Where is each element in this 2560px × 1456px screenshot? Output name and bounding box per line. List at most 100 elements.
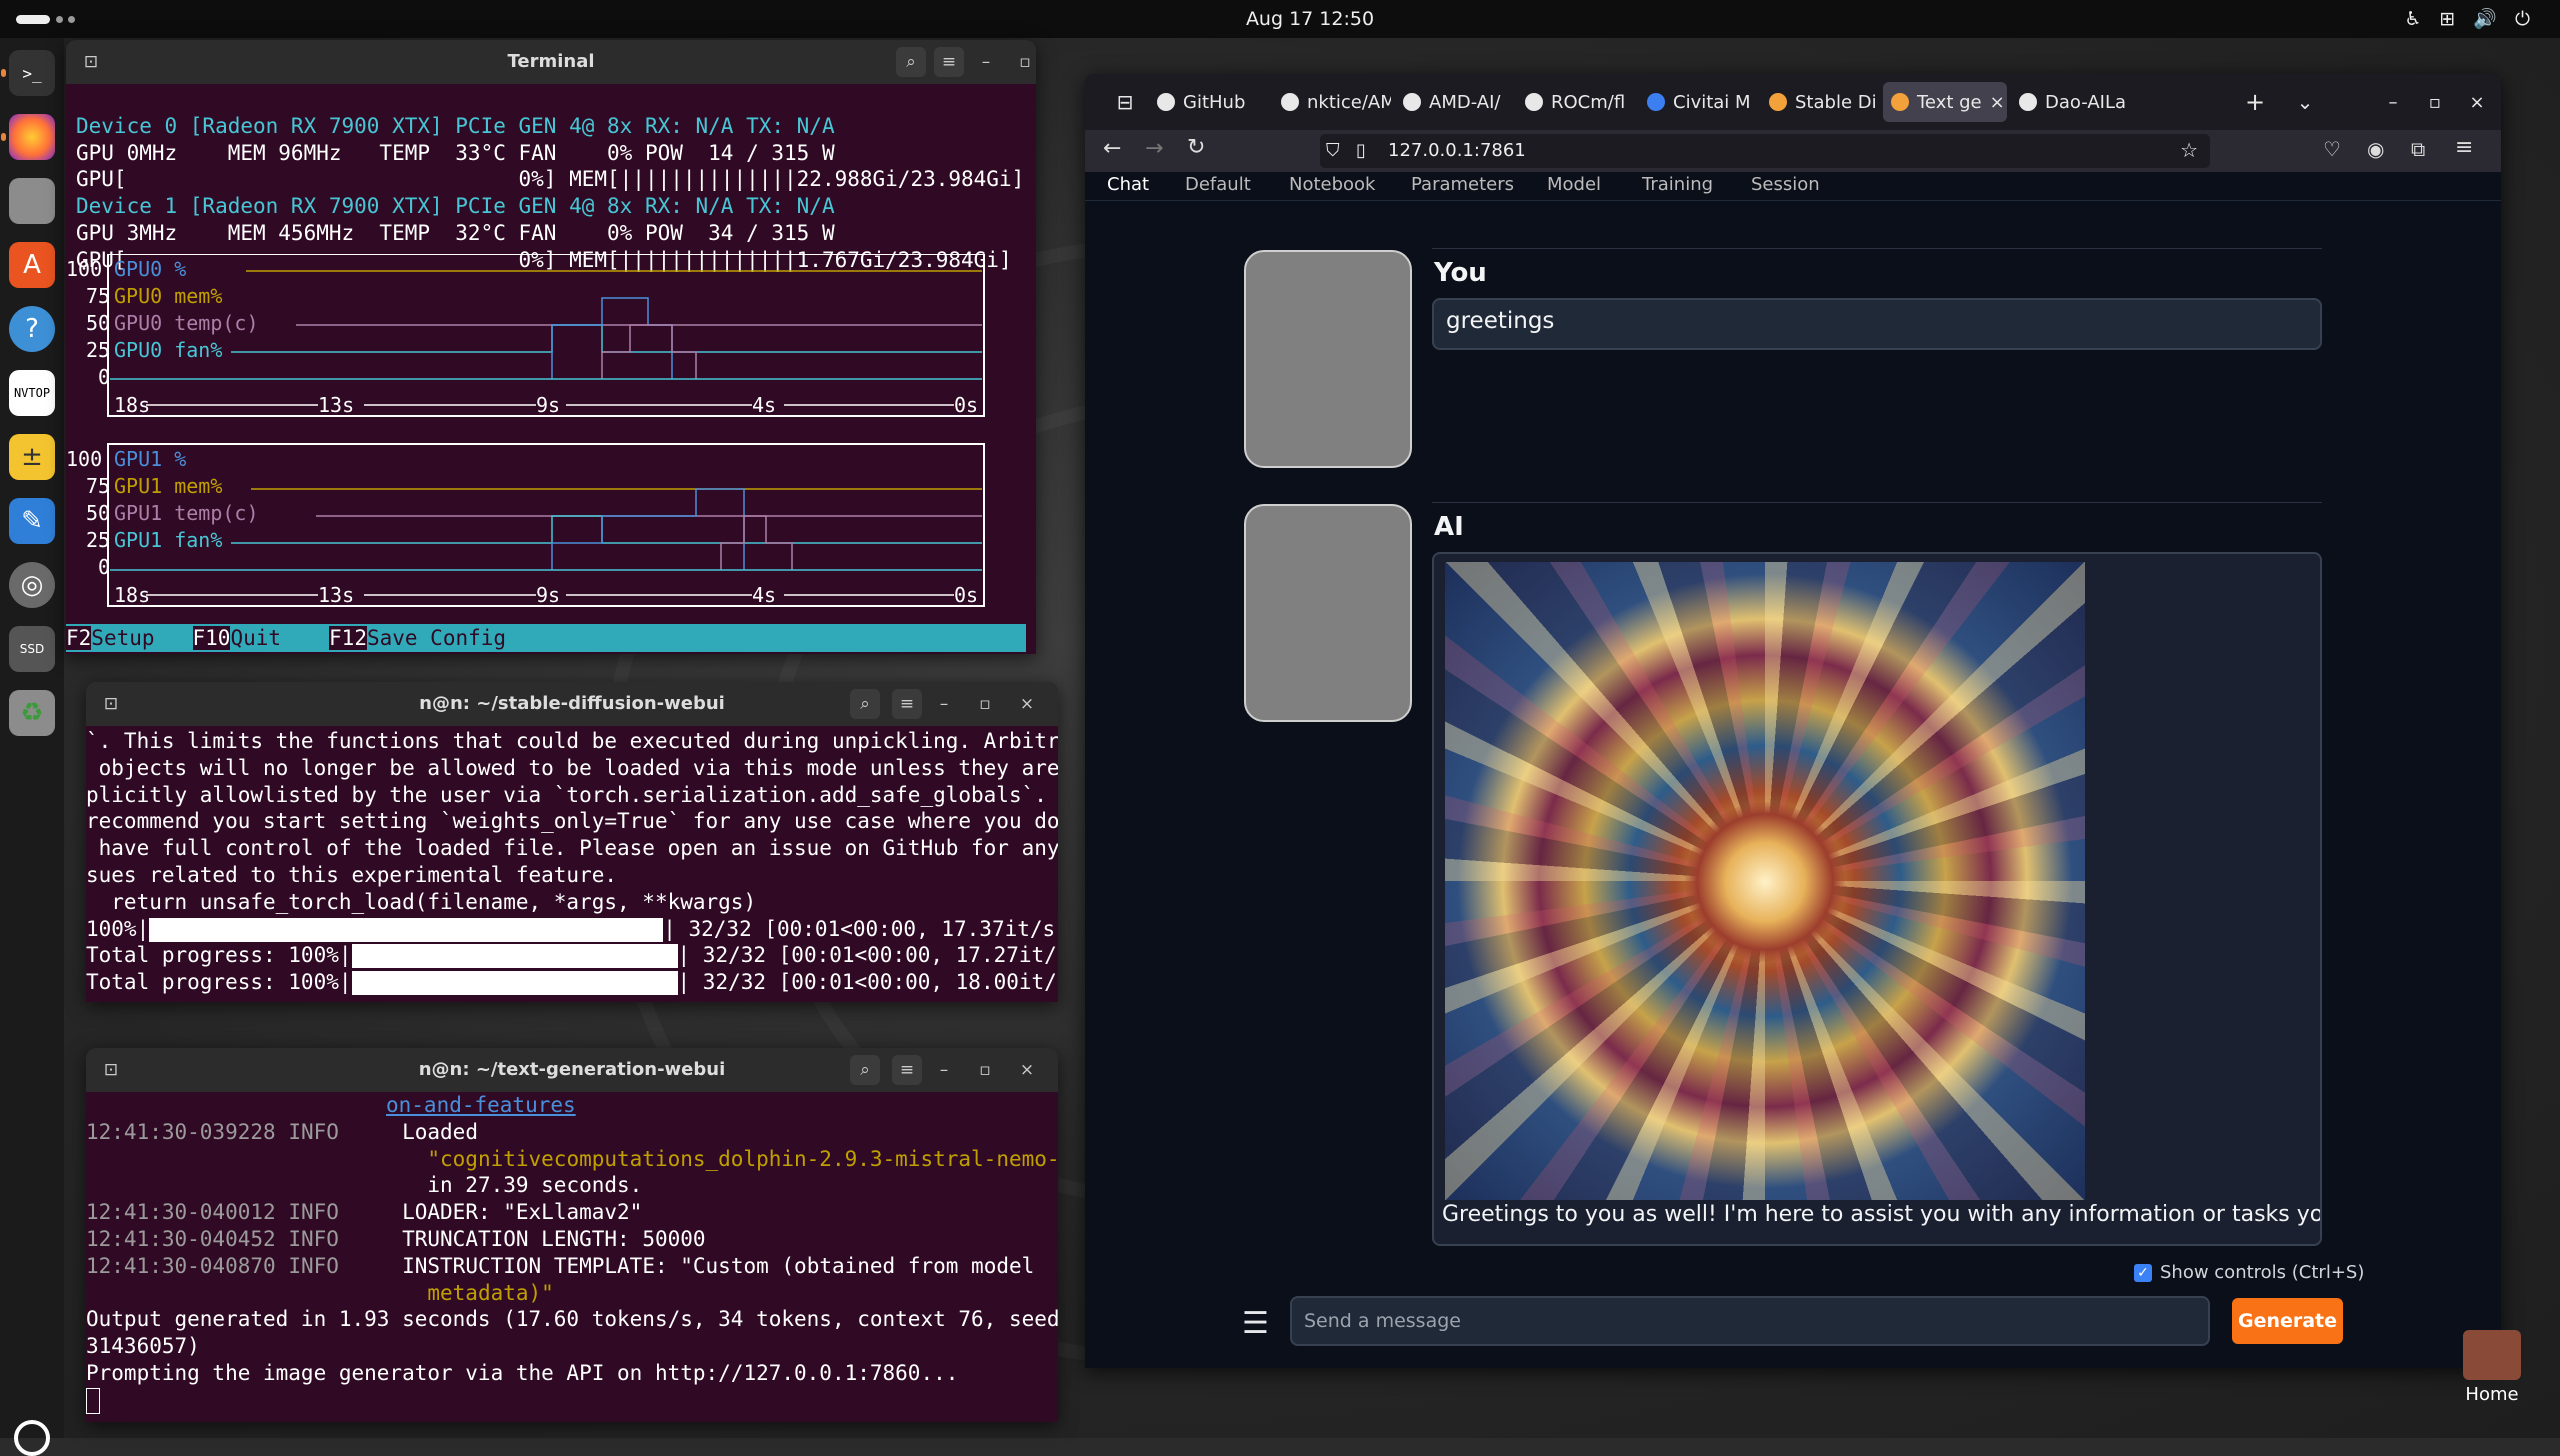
url-bar[interactable]: ⛉ ▯ 127.0.0.1:7861 ☆ [1320,134,2210,168]
tab-amd-ai[interactable]: AMD-AI/ [1395,82,1513,122]
tab-overview-icon[interactable]: ⊟ [1105,82,1145,122]
log-level: INFO [288,1200,339,1225]
maximize-icon[interactable]: ▫ [976,1055,994,1085]
maximize-icon[interactable]: ▫ [1016,47,1034,77]
y-tick: 75 [86,474,110,498]
page-icon[interactable]: ▯ [1356,140,1366,161]
terminal-window-text-generation[interactable]: ⊡ n@n: ~/text-generation-webui ⌕ ≡ – ▫ ×… [86,1048,1058,1422]
user-name-label: You [1434,258,1487,288]
menu-icon[interactable]: ≡ [892,689,922,719]
tab-rocm[interactable]: ROCm/fl [1517,82,1635,122]
forward-arrow-icon[interactable]: → [1145,136,1163,161]
close-icon[interactable]: × [1018,1055,1036,1085]
github-icon [1403,93,1421,111]
maximize-icon[interactable]: ▫ [976,689,994,719]
shield-icon[interactable]: ⛉ [1326,140,1340,161]
terminal-window-stable-diffusion[interactable]: ⊡ n@n: ~/stable-diffusion-webui ⌕ ≡ – ▫ … [86,682,1058,1002]
tab-chat[interactable]: Chat [1107,174,1149,195]
home-label: Home [2465,1384,2519,1405]
show-apps-icon[interactable] [14,1420,50,1456]
minimize-icon[interactable]: – [2375,82,2411,122]
pocket-icon[interactable]: ♡ [2323,137,2341,161]
power-icon[interactable]: ⏻ [2515,8,2548,30]
tab-notebook[interactable]: Notebook [1289,174,1375,195]
setup-button[interactable]: Setup [91,626,192,650]
f12-key[interactable]: F12 [329,626,367,650]
trash-icon[interactable]: ♻ [9,690,55,736]
extensions-icon[interactable]: ⧉ [2411,137,2425,161]
search-icon[interactable]: ⌕ [850,1055,880,1085]
terminal-titlebar[interactable]: ⊡ n@n: ~/text-generation-webui ⌕ ≡ – ▫ × [86,1048,1058,1092]
tab-label: Text ge [1917,91,1982,113]
generate-button[interactable]: Generate [2232,1298,2343,1344]
x-tick: 18s [114,393,150,417]
app-center-icon[interactable]: A [9,242,55,288]
tab-training[interactable]: Training [1642,174,1713,195]
close-icon[interactable]: × [2459,82,2495,122]
disk-icon[interactable]: ◎ [9,562,55,608]
terminal-titlebar[interactable]: ⊡ Terminal ⌕ ≡ – ▫ [66,40,1036,84]
show-controls-toggle[interactable]: ✓ Show controls (Ctrl+S) [2134,1262,2364,1283]
tab-parameters[interactable]: Parameters [1411,174,1514,195]
terminal-icon[interactable]: >_ [1,50,55,96]
firefox-icon[interactable] [1,114,55,160]
terminal-cursor[interactable] [86,1387,100,1414]
help-icon[interactable]: ? [9,306,55,352]
bookmark-star-icon[interactable]: ☆ [2180,138,2198,162]
tab-label: Civitai M [1673,91,1751,113]
workspace-dot[interactable] [56,16,63,23]
home-folder-desktop-icon[interactable]: Home [2462,1330,2522,1405]
save-config-button[interactable]: Save Config [367,626,506,650]
gpu0-legend-mem: GPU0 mem% [114,284,222,308]
text-editor-icon[interactable]: ✎ [9,498,55,544]
search-icon[interactable]: ⌕ [896,47,926,77]
back-arrow-icon[interactable]: ← [1103,136,1121,161]
new-tab-button[interactable]: + [2235,82,2275,122]
workspace-indicator[interactable] [16,15,50,24]
checkbox-checked-icon[interactable]: ✓ [2134,1264,2152,1282]
docs-link[interactable]: on-and-features [386,1093,576,1117]
accessibility-icon[interactable]: ♿ [2404,8,2439,30]
maximize-icon[interactable]: ▫ [2417,82,2453,122]
close-tab-icon[interactable]: × [1990,92,2005,113]
menu-icon[interactable]: ≡ [892,1055,922,1085]
nvtop-icon[interactable]: NVTOP [9,370,55,416]
tab-text-generation[interactable]: Text ge × [1883,82,2007,122]
quit-button[interactable]: Quit [230,626,329,650]
tab-model[interactable]: Model [1547,174,1601,195]
generated-mandala-image[interactable] [1445,562,2085,1200]
close-icon[interactable]: × [1018,689,1036,719]
reload-icon[interactable]: ↻ [1187,135,1205,160]
tab-dao-ailab[interactable]: Dao-AILa [2011,82,2129,122]
network-icon[interactable]: ⊞ [2439,8,2473,30]
tab-nktice[interactable]: nktice/AM [1273,82,1391,122]
volume-icon[interactable]: 🔊 [2473,8,2515,30]
message-input[interactable]: Send a message [1290,1296,2210,1346]
account-icon[interactable]: ◉ [2367,137,2384,161]
f10-key[interactable]: F10 [192,626,231,650]
files-icon[interactable] [9,178,55,224]
minimize-icon[interactable]: – [934,1055,954,1085]
clock[interactable]: Aug 17 12:50 [1180,8,1440,30]
tab-github[interactable]: GitHub [1149,82,1269,122]
tab-stable-diffusion[interactable]: Stable Di [1761,82,1879,122]
chat-menu-icon[interactable]: ☰ [1242,1306,1269,1341]
search-icon[interactable]: ⌕ [850,689,880,719]
tab-civitai[interactable]: Civitai M [1639,82,1757,122]
tab-default[interactable]: Default [1185,174,1251,195]
minimize-icon[interactable]: – [976,47,996,77]
workspace-dot[interactable] [68,16,75,23]
terminal-titlebar[interactable]: ⊡ n@n: ~/stable-diffusion-webui ⌕ ≡ – ▫ … [86,682,1058,726]
minimize-icon[interactable]: – [934,689,954,719]
f2-key[interactable]: F2 [66,626,92,650]
hamburger-menu-icon[interactable]: ≡ [2455,135,2473,160]
menu-icon[interactable]: ≡ [934,47,964,77]
tab-list-chevron-icon[interactable]: ⌄ [2285,82,2325,122]
tab-session[interactable]: Session [1751,174,1820,195]
calculator-icon[interactable]: ± [9,434,55,480]
tab-label: Dao-AILa [2045,91,2127,113]
terminal-window-nvtop[interactable]: ⊡ Terminal ⌕ ≡ – ▫ Device 0 [Radeon RX 7… [66,40,1036,654]
system-tray[interactable]: ♿⊞🔊⏻ [2404,7,2548,30]
ssd-icon[interactable]: SSD [9,626,55,672]
url-text[interactable]: 127.0.0.1:7861 [1388,140,1526,161]
